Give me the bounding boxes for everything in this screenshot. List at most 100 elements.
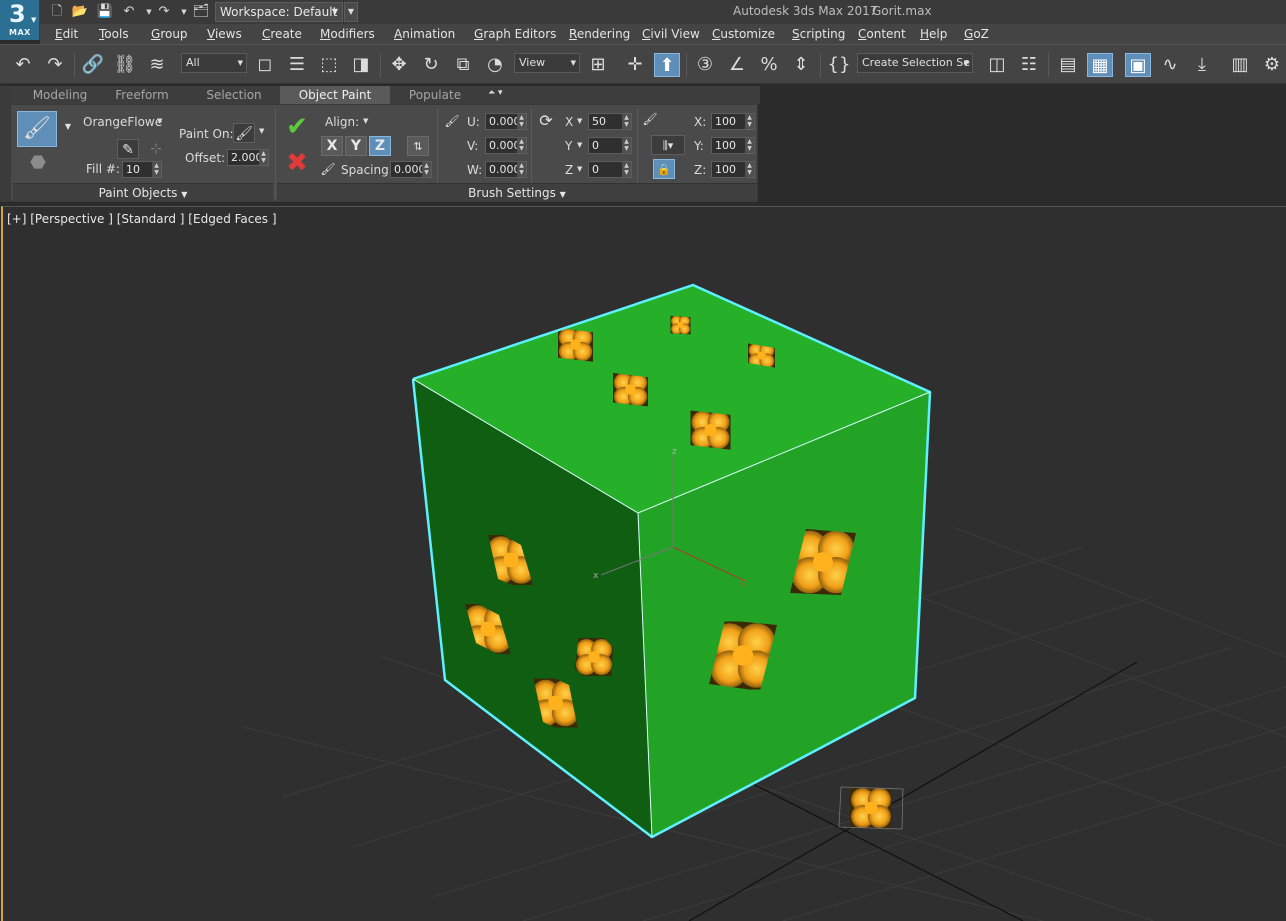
render-setup-icon[interactable]: ⚙ bbox=[1259, 53, 1285, 77]
menu-civil-view[interactable]: Civil View bbox=[642, 27, 700, 41]
chevron-down-icon[interactable]: ▼ bbox=[577, 117, 582, 125]
menu-graph-editors[interactable]: Graph Editors bbox=[474, 27, 556, 41]
schematic-view-icon[interactable]: ⤓ bbox=[1189, 53, 1215, 77]
w-offset-spinner[interactable]: 0.000 ▲ ▼ bbox=[485, 161, 527, 178]
chevron-down-icon[interactable]: ▼ bbox=[363, 117, 368, 125]
flip-axis-icon[interactable]: ⇅ bbox=[407, 136, 429, 156]
keyboard-shortcut-override-icon[interactable]: ⬆ bbox=[654, 53, 680, 77]
spinner-snap-icon[interactable]: ⇕ bbox=[788, 53, 814, 77]
spinner-arrows-icon[interactable]: ▲ ▼ bbox=[745, 114, 754, 129]
offset-spinner[interactable]: 2.000 ▲ ▼ bbox=[227, 149, 269, 166]
link-icon[interactable]: 🔗 bbox=[80, 53, 106, 77]
brush-settings-panel-title[interactable]: Brush Settings ▼ bbox=[277, 183, 757, 201]
chevron-down-icon[interactable]: ▼ bbox=[259, 127, 264, 135]
spacing-spinner[interactable]: 0.000 ▲ ▼ bbox=[390, 161, 432, 178]
menu-views[interactable]: Views bbox=[207, 27, 242, 41]
edit-named-selection-icon[interactable]: {} bbox=[826, 53, 852, 77]
v-offset-spinner[interactable]: 0.000 ▲ ▼ bbox=[485, 137, 527, 154]
spinner-arrows-icon[interactable]: ▲ ▼ bbox=[517, 138, 526, 153]
select-manipulate-icon[interactable]: ✛ bbox=[622, 53, 648, 77]
align-z-button[interactable]: Z bbox=[369, 136, 391, 156]
place-icon[interactable]: ◔ bbox=[482, 53, 508, 77]
lock-scale-icon[interactable]: 🔒 bbox=[653, 159, 675, 179]
menu-customize[interactable]: Customize bbox=[712, 27, 775, 41]
chevron-down-icon[interactable]: ▼ bbox=[577, 165, 582, 173]
curve-editor-icon[interactable]: ∿ bbox=[1157, 53, 1183, 77]
spinner-arrows-icon[interactable]: ▲ ▼ bbox=[517, 162, 526, 177]
align-icon[interactable]: ☷ bbox=[1016, 53, 1042, 77]
project-folder-icon[interactable]: 🗂 bbox=[192, 3, 210, 21]
scene-explorer-icon[interactable]: ▤ bbox=[1055, 53, 1081, 77]
ribbon-options-icon[interactable]: ⏶ ▾ bbox=[488, 88, 503, 98]
rectangular-selection-icon[interactable]: ⬚ bbox=[316, 53, 342, 77]
chevron-down-icon[interactable]: ▼ bbox=[577, 141, 582, 149]
selection-filter-dropdown[interactable]: All ▼ bbox=[181, 53, 247, 73]
menu-help[interactable]: Help bbox=[920, 27, 947, 41]
menu-goz[interactable]: GoZ bbox=[964, 27, 989, 41]
tab-modeling[interactable]: Modeling bbox=[22, 86, 98, 104]
named-selection-dropdown[interactable]: Create Selection Se ▼ bbox=[857, 53, 973, 73]
tab-populate[interactable]: Populate bbox=[400, 86, 470, 104]
menu-create[interactable]: Create bbox=[262, 27, 302, 41]
commit-icon[interactable]: ✔ bbox=[283, 113, 311, 141]
select-by-name-icon[interactable]: ☰ bbox=[284, 53, 310, 77]
cancel-icon[interactable]: ✖ bbox=[283, 149, 311, 177]
tab-freeform[interactable]: Freeform bbox=[106, 86, 178, 104]
align-x-button[interactable]: X bbox=[321, 136, 343, 156]
open-file-icon[interactable]: 📂 bbox=[71, 3, 89, 21]
paint-objects-icon[interactable]: 🖌 bbox=[17, 111, 57, 147]
rotate-z-spinner[interactable]: 0 ▲ ▼ bbox=[588, 161, 632, 178]
rotate-x-spinner[interactable]: 50 ▲ ▼ bbox=[588, 113, 632, 130]
spinner-arrows-icon[interactable]: ▲ ▼ bbox=[259, 150, 268, 165]
layer-explorer-icon[interactable]: ▦ bbox=[1087, 53, 1113, 77]
rotate-y-spinner[interactable]: 0 ▲ ▼ bbox=[588, 137, 632, 154]
spinner-arrows-icon[interactable]: ▲ ▼ bbox=[622, 114, 631, 129]
app-menu-button[interactable]: 3 MAX ▼ bbox=[0, 0, 40, 40]
bind-space-warp-icon[interactable]: ≋ bbox=[144, 53, 170, 77]
u-offset-spinner[interactable]: 0.000 ▲ ▼ bbox=[485, 113, 527, 130]
scale-x-spinner[interactable]: 100 ▲ ▼ bbox=[711, 113, 755, 130]
redo-icon[interactable]: ↷ bbox=[155, 3, 173, 21]
spinner-arrows-icon[interactable]: ▲ ▼ bbox=[517, 114, 526, 129]
fill-number-spinner[interactable]: 10 ▲ ▼ bbox=[122, 161, 162, 178]
spinner-arrows-icon[interactable]: ▲ ▼ bbox=[745, 162, 754, 177]
pick-object-icon[interactable]: ⊹ bbox=[145, 139, 167, 159]
mirror-icon[interactable]: ◫ bbox=[984, 53, 1010, 77]
menu-edit[interactable]: Edit bbox=[55, 27, 78, 41]
scale-z-spinner[interactable]: 100 ▲ ▼ bbox=[711, 161, 755, 178]
rotate-icon[interactable]: ↻ bbox=[418, 53, 444, 77]
spinner-arrows-icon[interactable]: ▲ ▼ bbox=[422, 162, 431, 177]
snaps-toggle-icon[interactable]: ③ bbox=[692, 53, 718, 77]
paint-objects-panel-title[interactable]: Paint Objects ▼ bbox=[13, 183, 273, 201]
menu-modifiers[interactable]: Modifiers bbox=[320, 27, 375, 41]
redo-dropdown-icon[interactable]: ▼ bbox=[175, 3, 193, 21]
workspace-dropdown[interactable]: Workspace: Default ▼ bbox=[215, 2, 343, 22]
percent-snap-icon[interactable]: % bbox=[756, 53, 782, 77]
viewport-scene[interactable]: z x y bbox=[3, 207, 1286, 921]
menu-content[interactable]: Content bbox=[858, 27, 906, 41]
quick-access-customize-button[interactable]: ▼ bbox=[344, 2, 358, 22]
spinner-arrows-icon[interactable]: ▲ ▼ bbox=[152, 162, 161, 177]
ribbon-grip[interactable] bbox=[0, 86, 10, 202]
unlink-icon[interactable]: ⛓ bbox=[112, 53, 138, 77]
pivot-point-icon[interactable]: ⊞ bbox=[585, 53, 611, 77]
paint-object-name[interactable]: OrangeFlowe bbox=[83, 115, 162, 129]
chevron-down-icon[interactable]: ▼ bbox=[157, 117, 162, 125]
viewport-label-menu[interactable]: [+] [Perspective ] [Standard ] [Edged Fa… bbox=[7, 212, 277, 226]
scale-y-spinner[interactable]: 100 ▲ ▼ bbox=[711, 137, 755, 154]
menu-tools[interactable]: Tools bbox=[99, 27, 129, 41]
menu-rendering[interactable]: Rendering bbox=[569, 27, 630, 41]
tab-object-paint[interactable]: Object Paint bbox=[280, 86, 390, 104]
tab-selection[interactable]: Selection bbox=[198, 86, 270, 104]
undo-icon[interactable]: ↶ bbox=[10, 53, 36, 77]
redo-icon[interactable]: ↷ bbox=[42, 53, 68, 77]
chevron-down-icon[interactable]: ▼ bbox=[57, 117, 79, 137]
save-file-icon[interactable]: 💾 bbox=[96, 3, 114, 21]
perspective-viewport[interactable]: z x y [+] [Perspective ] [Standard ] [Ed… bbox=[1, 206, 1286, 921]
align-y-button[interactable]: Y bbox=[345, 136, 367, 156]
scale-mode-dropdown[interactable]: ⫼▾ bbox=[651, 135, 685, 155]
pick-objects-icon[interactable]: ⬣ bbox=[21, 153, 55, 179]
spinner-arrows-icon[interactable]: ▲ ▼ bbox=[622, 162, 631, 177]
window-crossing-icon[interactable]: ◨ bbox=[348, 53, 374, 77]
toggle-ribbon-icon[interactable]: ▣ bbox=[1125, 53, 1151, 77]
